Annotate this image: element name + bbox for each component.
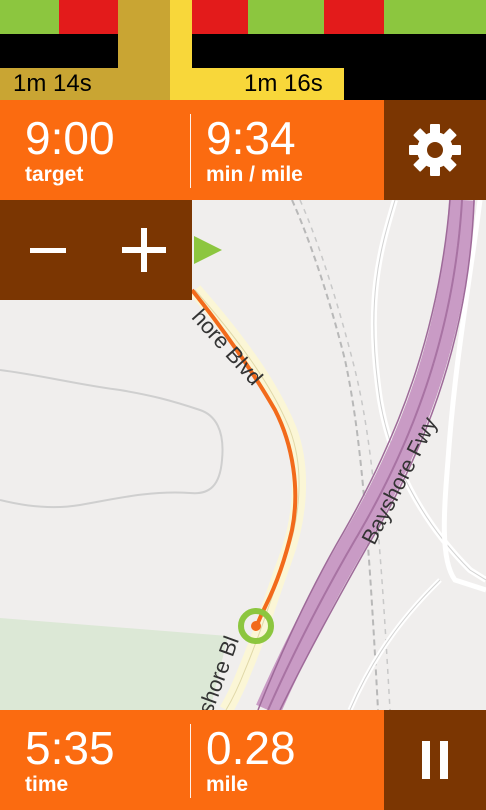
zoom-in-button[interactable] [96,200,192,300]
split-segment-good [248,0,324,34]
split-segment-good [0,0,59,34]
pace-panel: 9:00 target 9:34 min / mile [0,100,384,200]
previous-split-time: 1m 14s [13,70,92,97]
zoom-out-button[interactable] [0,200,96,300]
start-flag-icon [194,236,222,264]
previous-split-marker [118,0,170,68]
distance-value: 0.28 [206,722,296,774]
current-pace: 9:34 min / mile [206,112,303,186]
pause-button[interactable] [384,710,486,810]
stats-panel: 5:35 time 0.28 mile [0,710,384,810]
plus-icon [122,228,166,272]
minor-road [347,578,442,710]
current-split-marker [170,0,192,68]
pause-icon [422,741,448,779]
split-segment-bad [324,0,384,34]
terrain-outline [0,369,224,509]
split-time-bar: 1m 14s 1m 16s [0,0,486,100]
gear-icon [409,124,461,176]
elapsed-time-label: time [25,773,69,796]
target-pace-value: 9:00 [25,112,115,164]
distance-label: mile [206,773,249,796]
zoom-controls [0,200,192,300]
minor-road-edge [349,579,441,710]
target-pace-label: target [25,163,84,186]
divider [190,114,191,188]
settings-button[interactable] [384,100,486,200]
current-split-time: 1m 16s [244,70,323,97]
park-area [0,618,228,710]
target-pace: 9:00 target [25,112,115,186]
minus-icon [30,248,66,253]
current-location-dot [251,621,261,631]
elapsed-time-value: 5:35 [25,722,115,774]
distance: 0.28 mile [206,722,296,796]
split-segment-bad [59,0,118,34]
split-segment-good [384,0,486,34]
current-pace-value: 9:34 [206,112,296,164]
current-pace-label: min / mile [206,163,303,186]
elapsed-time: 5:35 time [25,722,115,796]
split-segment-bad [192,0,248,34]
divider [190,724,191,798]
